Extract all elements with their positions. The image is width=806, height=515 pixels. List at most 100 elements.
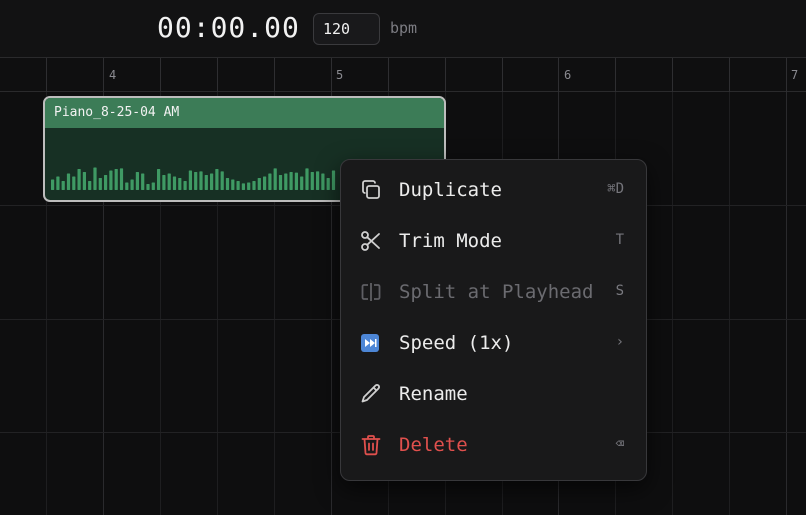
waveform-bar: [199, 171, 203, 190]
ruler-tick: [217, 58, 218, 92]
ruler-marker-5: 5: [336, 68, 344, 82]
menu-label: Speed (1x): [399, 332, 514, 354]
menu-item-delete[interactable]: Delete ⌫: [347, 423, 640, 467]
waveform-bar: [263, 176, 267, 190]
waveform-bar: [331, 170, 336, 190]
menu-label: Trim Mode: [399, 230, 502, 252]
waveform-bar: [135, 172, 139, 190]
waveform-bar: [162, 175, 166, 190]
backspace-icon: ⌫: [615, 436, 624, 452]
ruler-tick: [445, 58, 446, 92]
waveform-bar: [183, 181, 187, 190]
bpm-input[interactable]: [313, 13, 380, 45]
waveform-bar: [146, 184, 150, 190]
waveform-bar: [141, 173, 145, 190]
transport-bar: 00:00.00 bpm: [0, 0, 806, 58]
ruler-tick: [672, 58, 673, 92]
bpm-label: bpm: [390, 19, 418, 37]
ruler-tick: [274, 58, 275, 92]
menu-item-split-at-playhead[interactable]: Split at Playhead S: [347, 270, 640, 314]
context-menu: Duplicate ⌘D Trim Mode T Split at Playhe…: [340, 159, 647, 481]
clip-title: Piano_8-25-04 AM: [54, 105, 180, 120]
duplicate-icon: [362, 180, 380, 199]
ruler-tick: [103, 58, 104, 92]
waveform-bar: [61, 181, 65, 190]
menu-label: Split at Playhead: [399, 281, 594, 303]
ruler-tick: [558, 58, 559, 92]
menu-label: Delete: [399, 434, 468, 456]
trash-icon: [361, 435, 381, 456]
waveform-bar: [257, 178, 261, 190]
clip-header[interactable]: Piano_8-25-04 AM: [45, 98, 444, 128]
ruler-tick: [160, 58, 161, 92]
menu-label: Duplicate: [399, 179, 502, 201]
ruler-tick: [729, 58, 730, 92]
timeline-ruler[interactable]: 4 5 6 7: [0, 58, 806, 92]
waveform-bar: [77, 169, 81, 190]
waveform-bar: [278, 175, 283, 190]
menu-shortcut: S: [615, 283, 624, 299]
menu-item-rename[interactable]: Rename: [347, 372, 640, 416]
waveform-bar: [321, 173, 325, 190]
waveform-bar: [326, 178, 330, 190]
ruler-marker-6: 6: [564, 68, 572, 82]
waveform-bar: [172, 176, 177, 190]
waveform-bar: [125, 182, 129, 190]
ruler-tick: [615, 58, 616, 92]
grid-line: [729, 92, 730, 515]
waveform-bar: [93, 167, 97, 190]
waveform-bar: [56, 176, 60, 190]
waveform-bar: [284, 173, 288, 190]
waveform-bar: [215, 169, 219, 190]
waveform-bar: [157, 169, 161, 190]
waveform-bar: [316, 171, 320, 190]
waveform-bar: [300, 176, 304, 190]
ruler-tick: [331, 58, 332, 92]
ruler-tick: [46, 58, 47, 92]
ruler-tick: [786, 58, 787, 92]
waveform-bar: [104, 175, 108, 190]
waveform-bar: [66, 173, 71, 190]
waveform-bar: [231, 179, 235, 190]
grid-line: [786, 92, 787, 515]
waveform-bar: [204, 175, 208, 190]
waveform-bar: [98, 178, 102, 190]
grid-line: [672, 92, 673, 515]
ruler-marker-4: 4: [109, 68, 117, 82]
waveform-bar: [225, 178, 230, 190]
menu-item-speed[interactable]: Speed (1x) ›: [347, 321, 640, 365]
waveform-bar: [247, 182, 251, 190]
waveform-bar: [51, 179, 55, 190]
waveform-bar: [294, 172, 298, 190]
waveform-bar: [167, 173, 171, 190]
waveform-bar: [130, 179, 134, 190]
waveform-bar: [151, 182, 155, 190]
menu-item-trim-mode[interactable]: Trim Mode T: [347, 219, 640, 263]
waveform-bar: [220, 171, 224, 190]
pencil-icon: [361, 384, 380, 403]
waveform-bar: [82, 172, 86, 190]
waveform-bar: [273, 168, 277, 190]
waveform-bar: [289, 172, 293, 190]
waveform-bar: [252, 181, 256, 190]
menu-shortcut: ⌘D: [607, 181, 624, 197]
waveform-bar: [188, 170, 192, 190]
fast-forward-icon: [361, 334, 379, 352]
waveform-bar: [109, 170, 113, 190]
waveform-bar: [194, 172, 198, 190]
waveform-bar: [114, 169, 118, 190]
menu-shortcut: T: [615, 232, 624, 248]
menu-label: Rename: [399, 383, 468, 405]
waveform-bar: [119, 168, 124, 190]
waveform-bar: [72, 176, 76, 190]
daw-timeline: 00:00.00 bpm 4 5 6 7: [0, 0, 806, 515]
waveform-bar: [88, 181, 92, 190]
ruler-tick: [502, 58, 503, 92]
waveform-bar: [241, 183, 245, 190]
waveform-bar: [305, 168, 309, 190]
waveform-bar: [310, 172, 314, 190]
scissors-icon: [361, 231, 380, 251]
ruler-tick: [388, 58, 389, 92]
waveform-bar: [236, 181, 240, 190]
menu-item-duplicate[interactable]: Duplicate ⌘D: [347, 168, 640, 212]
